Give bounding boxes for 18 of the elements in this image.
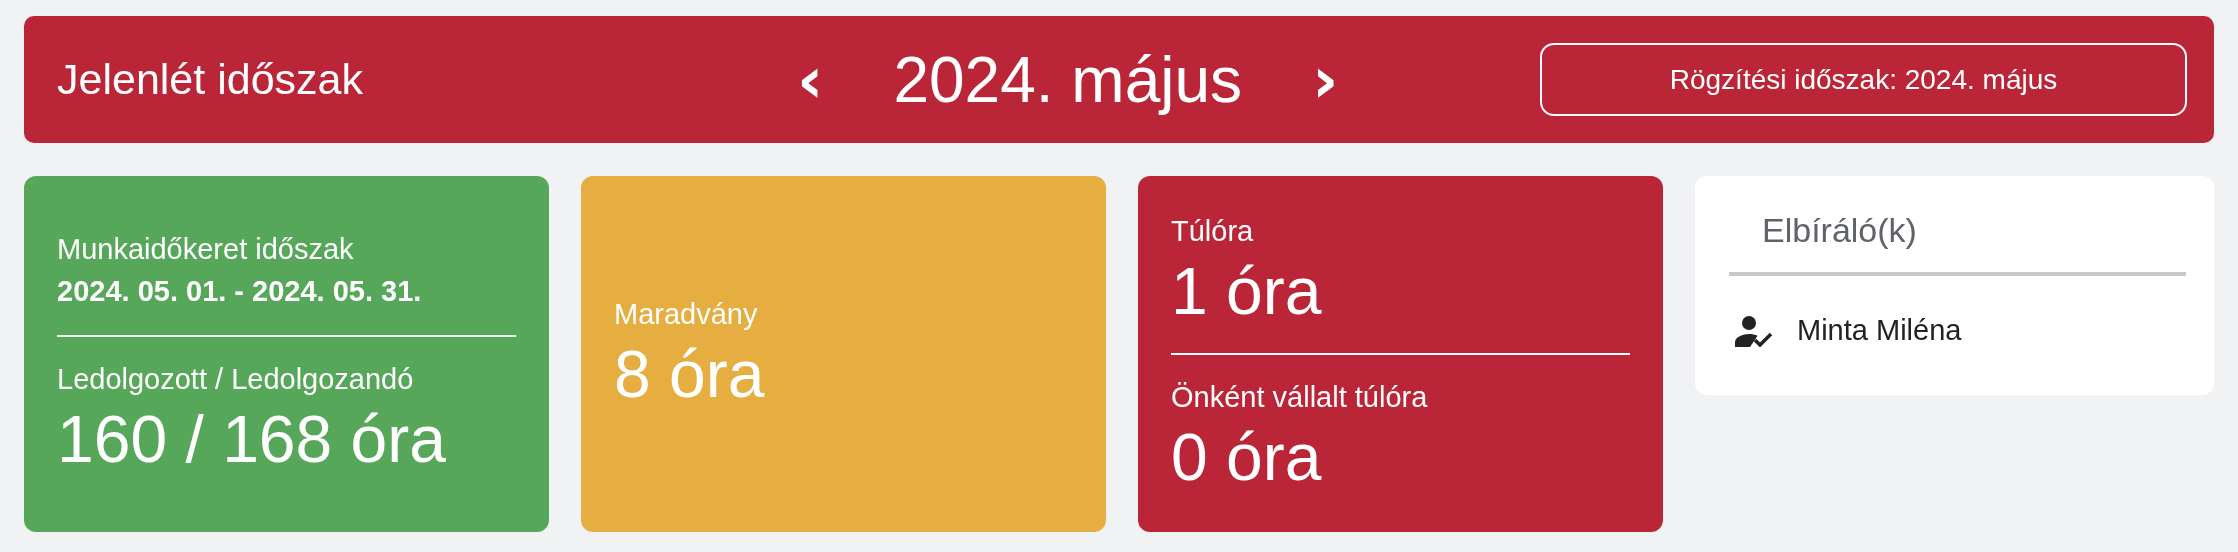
month-title: 2024. május — [893, 42, 1243, 117]
stat-label: Ledolgozott / Ledolgozandó — [57, 362, 415, 397]
page-title: Jelenlét időszak — [57, 55, 364, 104]
stat-value: 0 óra — [1171, 419, 1323, 496]
stat-value: 160 / 168 óra — [57, 401, 447, 478]
stat-label: Önként vállalt túlóra — [1171, 380, 1429, 415]
period-range: 2024. 05. 01. - 2024. 05. 31. — [57, 274, 423, 309]
next-button[interactable]: › — [1302, 47, 1349, 112]
reviewers-title: Elbíráló(k) — [1761, 210, 1918, 250]
stat-label: Maradvány — [614, 297, 759, 332]
stat-value: 8 óra — [614, 336, 766, 413]
stat-value: 1 óra — [1171, 253, 1323, 330]
stat-label: Munkaidőkeret időszak — [57, 232, 355, 267]
period-button[interactable]: Rögzítési időszak: 2024. május — [1540, 43, 2187, 116]
previous-button[interactable]: ‹ — [787, 47, 834, 112]
reviewer-name: Minta Miléna — [1797, 314, 1962, 347]
user-check-icon — [1735, 314, 1775, 347]
stat-label: Túlóra — [1171, 214, 1255, 249]
